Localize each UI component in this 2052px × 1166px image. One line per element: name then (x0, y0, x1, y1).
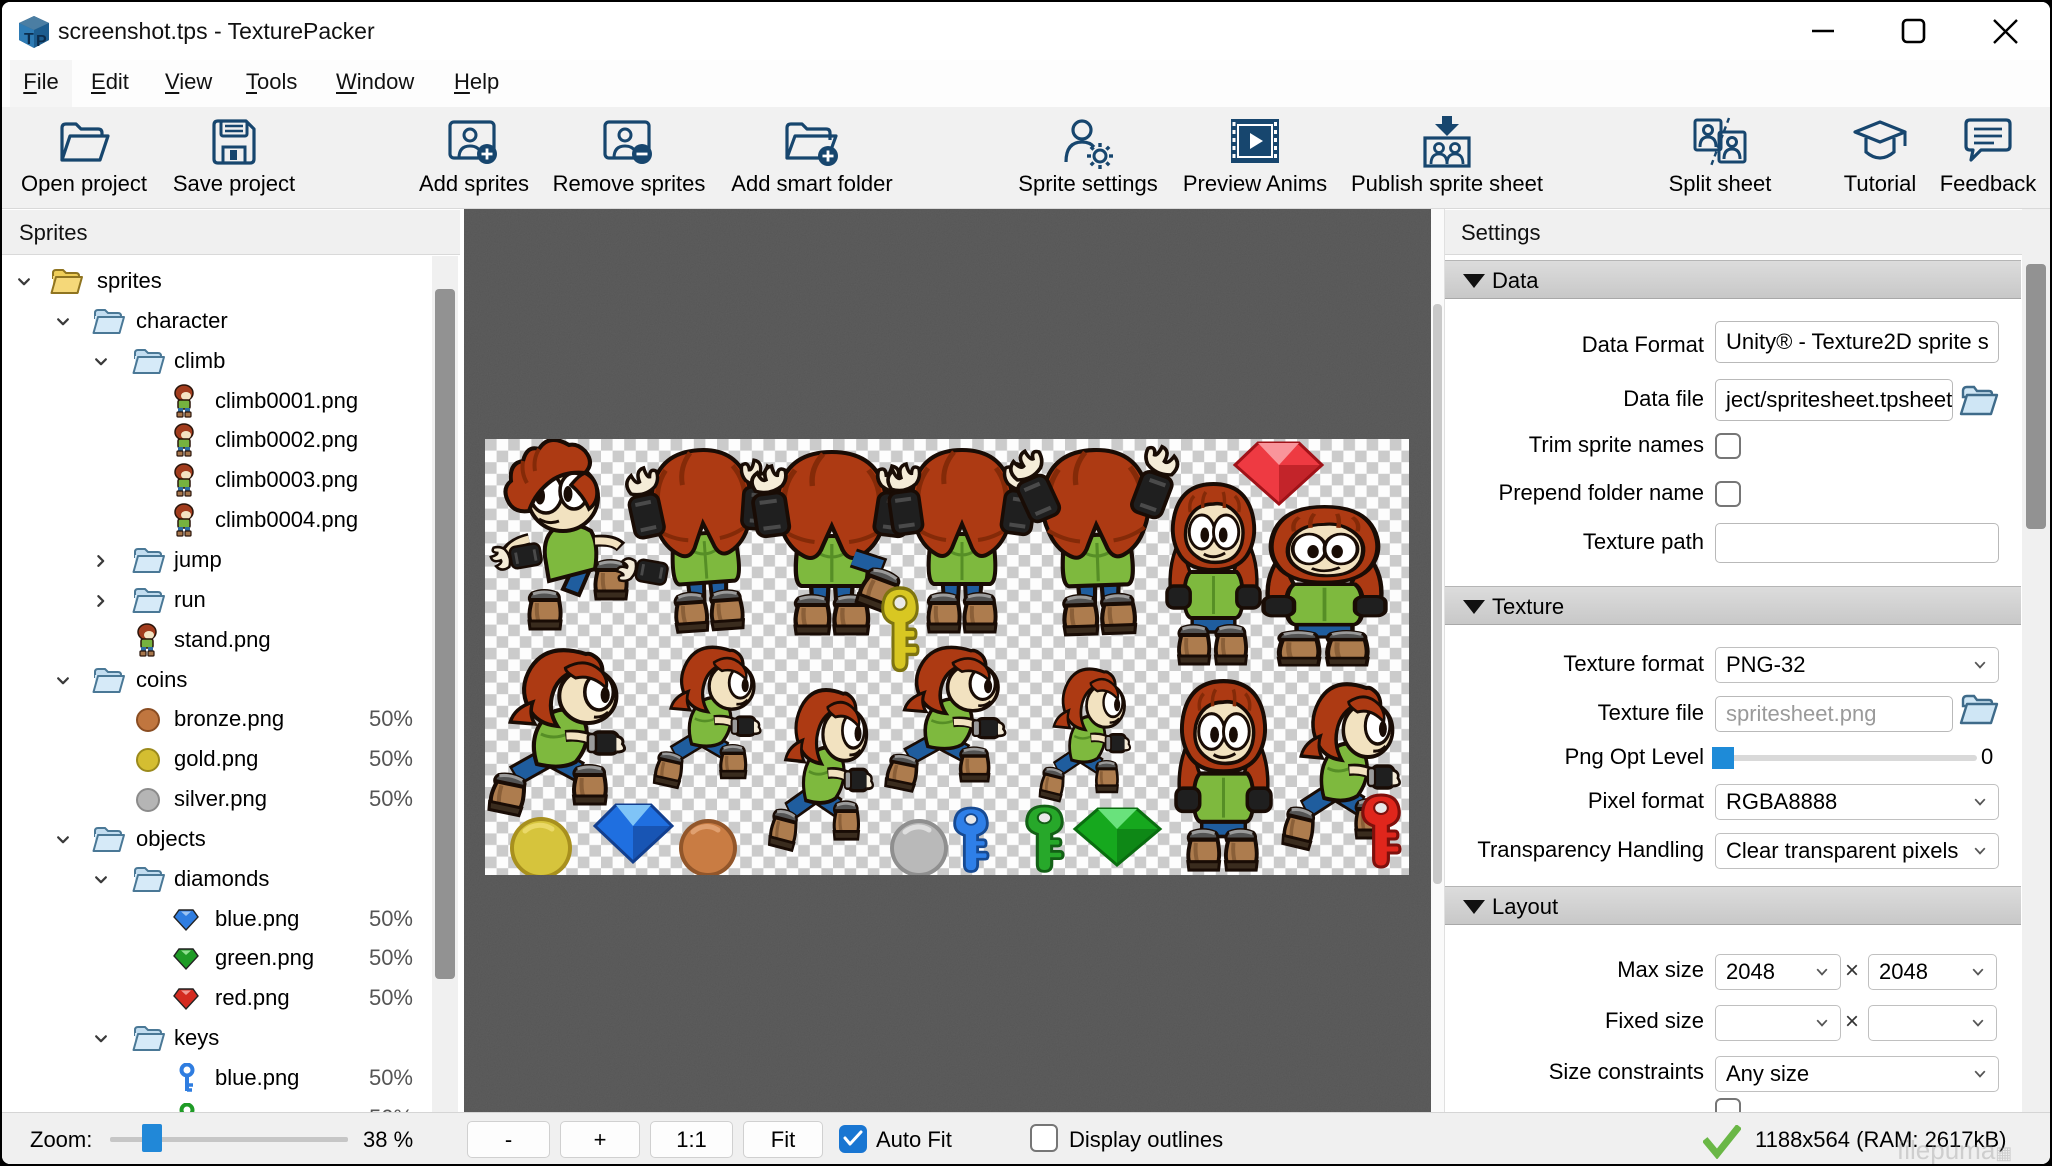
svg-text:P: P (36, 33, 47, 49)
svg-text:T: T (24, 31, 34, 48)
